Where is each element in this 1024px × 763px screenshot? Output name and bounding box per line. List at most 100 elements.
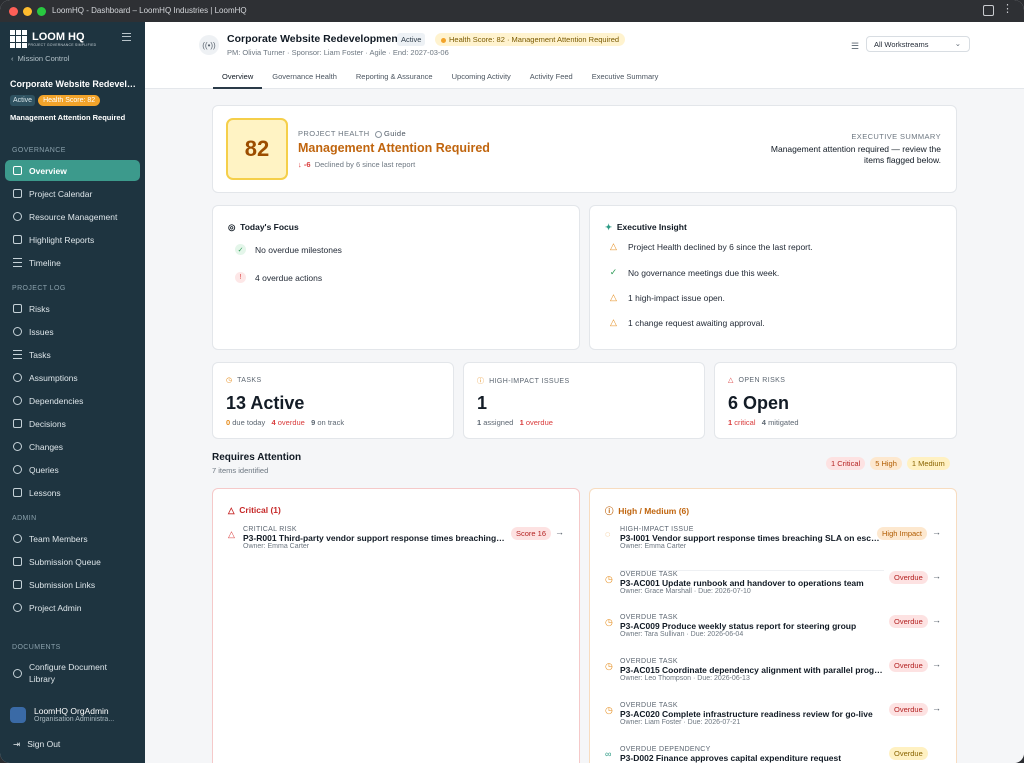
arrow-right-icon[interactable]: →: [932, 703, 941, 713]
health-delta-text: Declined by 6 since last report: [314, 160, 416, 169]
tab-overview[interactable]: Overview: [213, 65, 263, 89]
sidebar-item-lessons[interactable]: Lessons: [5, 482, 140, 503]
alert-circle-icon: ⓘ: [477, 378, 485, 385]
logo-mark-icon: [10, 30, 28, 48]
insight-item: ✓ No governance meetings due this week.: [608, 267, 779, 278]
sidebar-item-submission-queue[interactable]: Submission Queue: [5, 551, 140, 572]
section-admin: ADMIN: [12, 515, 37, 522]
sidebar-item-decisions[interactable]: Decisions: [5, 413, 140, 434]
arrow-right-icon[interactable]: →: [932, 659, 941, 669]
tasks-stat-card[interactable]: ◷ TASKS 13 Active 0 due today 4 overdue …: [212, 362, 454, 439]
list-item[interactable]: ◷ OVERDUE TASK P3-AC001 Update runbook a…: [605, 570, 884, 595]
arrow-right-icon[interactable]: →: [932, 571, 941, 581]
alert-circle-icon: ◌: [605, 529, 611, 539]
grid-icon: [13, 166, 22, 175]
sidebar-attention-text: Management Attention Required: [10, 113, 126, 122]
issues-stat-card[interactable]: ⓘ HIGH-IMPACT ISSUES 1 1 assigned 1 over…: [463, 362, 705, 439]
sign-out-label: Sign Out: [27, 739, 61, 749]
sidebar-item-risks[interactable]: Risks: [5, 298, 140, 319]
critical-count-pill[interactable]: 1 Critical: [826, 457, 866, 470]
list-item[interactable]: ◌ HIGH-IMPACT ISSUE P3-I001 Vendor suppo…: [605, 526, 880, 550]
project-header: ((•)) Corporate Website Redevelopment Ac…: [145, 22, 1024, 89]
back-to-mission-control[interactable]: ‹ Mission Control: [11, 54, 69, 63]
high-count-pill[interactable]: 5 High: [870, 457, 902, 470]
focus-item: ✓ No overdue milestones: [235, 244, 342, 255]
tasks-overdue-label: overdue: [277, 418, 305, 427]
book-icon: [13, 488, 22, 497]
clock-icon: ◷: [605, 617, 613, 627]
arrow-right-icon[interactable]: →: [555, 527, 564, 537]
health-card: 82 PROJECT HEALTH Guide Management Atten…: [212, 105, 957, 193]
overdue-badge: Overdue: [889, 747, 928, 760]
sidebar-item-label: Highlight Reports: [29, 234, 95, 245]
logo-text: LOOM HQ: [32, 30, 85, 43]
tab-upcoming-activity[interactable]: Upcoming Activity: [443, 65, 520, 89]
menu-toggle-icon[interactable]: [122, 33, 131, 41]
avatar: [10, 706, 26, 723]
health-label: PROJECT HEALTH Guide: [298, 129, 406, 138]
filter-icon[interactable]: ☰: [851, 41, 859, 52]
tab-activity-feed[interactable]: Activity Feed: [521, 65, 582, 89]
sidebar-item-queries[interactable]: Queries: [5, 459, 140, 480]
section-documents: DOCUMENTS: [12, 644, 61, 651]
sidebar-item-changes[interactable]: Changes: [5, 436, 140, 457]
risks-stat-label-text: OPEN RISKS: [738, 377, 786, 384]
sidebar-item-highlight-reports[interactable]: Highlight Reports: [5, 229, 140, 250]
item-title: P3-R001 Third-party vendor support respo…: [243, 533, 505, 543]
title-bar: LoomHQ - Dashboard – LoomHQ Industries |…: [0, 0, 1024, 22]
guide-link[interactable]: Guide: [384, 129, 406, 138]
sidebar-item-team-members[interactable]: Team Members: [5, 528, 140, 549]
lightbulb-icon: [13, 373, 22, 382]
list-item[interactable]: ◷ OVERDUE TASK P3-AC009 Produce weekly s…: [605, 614, 884, 638]
medium-count-pill[interactable]: 1 Medium: [906, 457, 950, 470]
list-item[interactable]: △ CRITICAL RISK P3-R001 Third-party vend…: [228, 526, 538, 550]
list-item[interactable]: ◷ OVERDUE TASK P3-AC020 Complete infrast…: [605, 702, 884, 726]
sign-out-button[interactable]: ⇥ Sign Out: [13, 739, 60, 750]
sidebar-item-dependencies[interactable]: Dependencies: [5, 390, 140, 411]
sidebar-item-project-admin[interactable]: Project Admin: [5, 597, 140, 618]
exec-summary-line: items flagged below.: [863, 155, 941, 165]
alert-circle-icon: [13, 327, 22, 336]
sidebar-status-badge: Active: [10, 95, 36, 106]
sidebar-item-resource-management[interactable]: Resource Management: [5, 206, 140, 227]
extensions-icon[interactable]: [983, 5, 994, 16]
minimize-window-button[interactable]: [23, 6, 32, 16]
score-badge: Score 16: [511, 527, 552, 540]
item-title: P3-I001 Vendor support response times br…: [620, 533, 880, 543]
logo[interactable]: LOOM HQ PROJECT GOVERNANCE SIMPLIFIED: [10, 30, 96, 48]
sidebar-item-overview[interactable]: Overview: [5, 160, 140, 181]
risks-mitigated-count: 4: [761, 418, 766, 427]
insight-item-text: 1 change request awaiting approval.: [628, 317, 765, 328]
maximize-window-button[interactable]: [37, 6, 46, 16]
tab-executive-summary[interactable]: Executive Summary: [583, 65, 668, 89]
focus-item-text: 4 overdue actions: [255, 272, 323, 283]
tab-governance-health[interactable]: Governance Health: [263, 65, 346, 89]
list-item[interactable]: ◷ OVERDUE TASK P3-AC015 Coordinate depen…: [605, 658, 884, 682]
sidebar-item-configure-document-library[interactable]: Configure Document Library: [5, 659, 140, 687]
tasks-due-today-count: 0: [226, 418, 231, 427]
risks-stat-card[interactable]: △ OPEN RISKS 6 Open 1 critical 4 mitigat…: [714, 362, 957, 439]
arrow-right-icon[interactable]: →: [932, 615, 941, 625]
close-window-button[interactable]: [9, 6, 18, 16]
user-profile[interactable]: LoomHQ OrgAdmin Organisation Administra.…: [10, 706, 114, 723]
sidebar-item-issues[interactable]: Issues: [5, 321, 140, 342]
workstream-select[interactable]: All Workstreams ⌄: [866, 36, 970, 52]
sidebar-item-label: Timeline: [29, 257, 61, 268]
gear-icon: [13, 668, 22, 678]
more-options-icon[interactable]: ⋮: [1002, 4, 1013, 15]
sidebar-item-project-calendar[interactable]: Project Calendar: [5, 183, 140, 204]
check-icon: ✓: [609, 267, 618, 277]
critical-panel-title-text: Critical (1): [239, 505, 281, 515]
sidebar-item-tasks[interactable]: Tasks: [5, 344, 140, 365]
sidebar-item-assumptions[interactable]: Assumptions: [5, 367, 140, 388]
issues-stat-breakdown: 1 assigned 1 overdue: [477, 418, 553, 427]
tab-reporting-assurance[interactable]: Reporting & Assurance: [347, 65, 442, 89]
sidebar-item-timeline[interactable]: Timeline: [5, 252, 140, 273]
sidebar-item-label: Changes: [29, 441, 64, 452]
insight-item: △ 1 high-impact issue open.: [608, 292, 725, 303]
arrow-right-icon[interactable]: →: [932, 527, 941, 537]
sparkle-icon: ✦: [605, 222, 613, 232]
insight-item-text: No governance meetings due this week.: [628, 267, 780, 278]
sidebar-item-submission-links[interactable]: Submission Links: [5, 574, 140, 595]
list-item[interactable]: ∞ OVERDUE DEPENDENCY P3-D002 Finance app…: [605, 746, 884, 763]
